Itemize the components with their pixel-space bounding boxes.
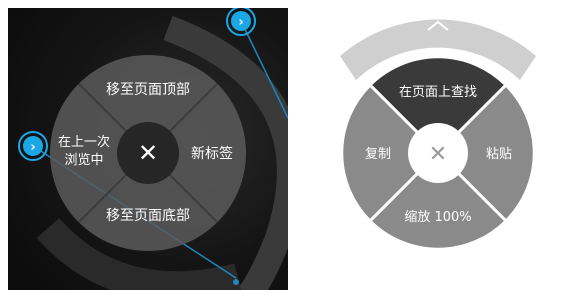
zoom-level-label[interactable]: 缩放 100%: [404, 209, 471, 225]
new-tab-option[interactable]: 新标签: [191, 145, 233, 162]
close-icon[interactable]: ✕: [429, 142, 447, 167]
hotspot-button-left[interactable]: ›: [18, 131, 48, 161]
light-radial-menu-canvas: ✕ 在页面上查找 复制 粘贴 缩放 100%: [340, 19, 536, 251]
light-screen-panel: ✕ 在页面上查找 复制 粘贴 缩放 100%: [300, 8, 576, 292]
previous-browsing-option-line1[interactable]: 在上一次: [58, 134, 110, 150]
chevron-right-icon: ›: [238, 15, 243, 30]
chevron-right-icon: ›: [30, 140, 35, 155]
light-radial-menu: ✕ 在页面上查找 复制 粘贴 缩放 100%: [340, 55, 536, 251]
dark-radial-menu-canvas: ✕ 移至页面顶部 移至页面底部 在上一次 浏览中 新标签 › ›: [18, 8, 288, 290]
scroll-to-bottom-option[interactable]: 移至页面底部: [106, 208, 190, 224]
scroll-to-top-option[interactable]: 移至页面顶部: [106, 82, 190, 98]
previous-browsing-option-line2[interactable]: 浏览中: [64, 152, 103, 168]
connector-endpoint: [233, 279, 239, 285]
dark-screen-panel: ✕ 移至页面顶部 移至页面底部 在上一次 浏览中 新标签 › ›: [8, 8, 288, 290]
copy-label[interactable]: 复制: [365, 147, 391, 162]
paste-label[interactable]: 粘贴: [486, 147, 512, 162]
hotspot-button-top[interactable]: ›: [226, 8, 256, 36]
close-icon[interactable]: ✕: [138, 139, 158, 167]
find-in-page-label[interactable]: 在页面上查找: [399, 85, 477, 100]
dark-radial-menu: ✕ 移至页面顶部 移至页面底部 在上一次 浏览中 新标签: [50, 55, 246, 251]
